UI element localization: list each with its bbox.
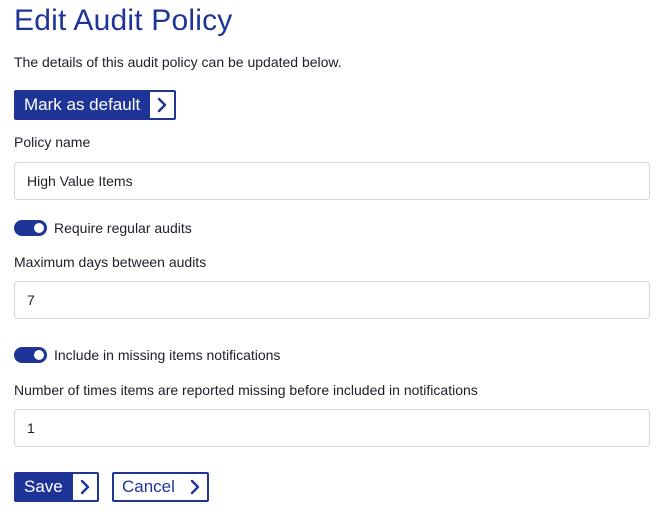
page-title: Edit Audit Policy (14, 4, 233, 37)
policy-name-input[interactable] (14, 162, 650, 200)
require-audits-row: Require regular audits (14, 220, 192, 236)
chevron-right-icon (148, 92, 175, 118)
missing-notifications-label: Include in missing items notifications (54, 347, 281, 363)
chevron-right-icon (182, 474, 207, 500)
save-label: Save (24, 477, 63, 496)
policy-name-label: Policy name (14, 134, 91, 150)
missing-notifications-row: Include in missing items notifications (14, 347, 280, 363)
mark-as-default-label: Mark as default (24, 95, 141, 114)
chevron-right-icon (70, 474, 97, 500)
toggle-knob (34, 223, 44, 233)
missing-count-input[interactable] (14, 409, 650, 447)
save-button[interactable]: Save (14, 472, 99, 502)
missing-notifications-toggle[interactable] (14, 347, 47, 363)
page-intro: The details of this audit policy can be … (14, 54, 342, 70)
cancel-label: Cancel (122, 477, 175, 496)
cancel-button[interactable]: Cancel (112, 472, 209, 502)
require-audits-toggle[interactable] (14, 220, 47, 236)
max-days-input[interactable] (14, 281, 650, 319)
toggle-knob (34, 350, 44, 360)
mark-as-default-button[interactable]: Mark as default (14, 90, 177, 120)
missing-count-label: Number of times items are reported missi… (14, 382, 478, 398)
require-audits-label: Require regular audits (54, 220, 192, 236)
max-days-label: Maximum days between audits (14, 254, 207, 270)
